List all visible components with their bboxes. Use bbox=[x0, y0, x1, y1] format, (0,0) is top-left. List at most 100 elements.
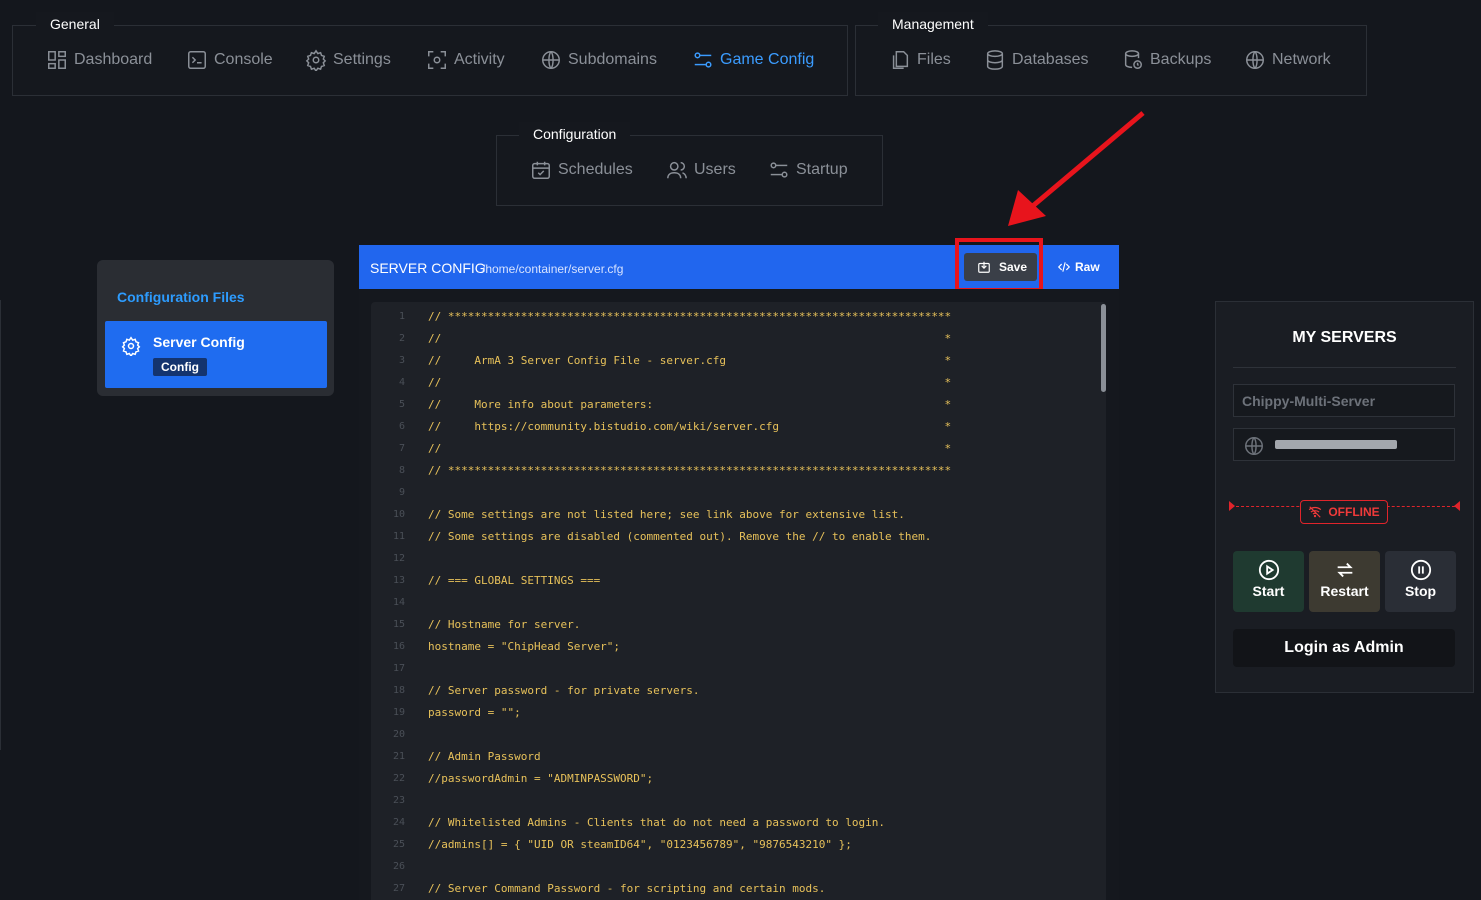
editor-scrollbar[interactable] bbox=[1101, 304, 1106, 392]
code-text: // Server Command Password - for scripti… bbox=[428, 882, 826, 895]
nav-files[interactable]: Files bbox=[889, 49, 951, 71]
red-arrow-annotation bbox=[1008, 111, 1145, 226]
nav-schedules[interactable]: Schedules bbox=[530, 159, 633, 181]
config-file-item-server-config[interactable]: Server Config Config bbox=[105, 321, 327, 388]
stop-button-label: Stop bbox=[1404, 583, 1437, 599]
nav-backups-label: Backups bbox=[1150, 51, 1212, 68]
code-text: // *************************************… bbox=[428, 310, 952, 323]
globe-icon bbox=[1245, 437, 1263, 455]
nav-subdomains-label: Subdomains bbox=[568, 51, 657, 68]
nav-subdomains[interactable]: Subdomains bbox=[540, 49, 657, 71]
nav-users[interactable]: Users bbox=[666, 159, 736, 181]
line-number: 27 bbox=[392, 883, 405, 894]
console-icon bbox=[188, 51, 206, 69]
line-number: 9 bbox=[398, 487, 405, 498]
management-group-title: Management bbox=[878, 12, 988, 36]
line-number: 17 bbox=[392, 663, 405, 674]
line-number: 10 bbox=[392, 509, 405, 520]
network-icon bbox=[1246, 51, 1264, 69]
nav-game-config-label: Game Config bbox=[720, 51, 815, 68]
line-number: 2 bbox=[398, 333, 405, 344]
raw-button[interactable]: Raw bbox=[1057, 260, 1100, 274]
nav-schedules-label: Schedules bbox=[558, 161, 633, 178]
line-number: 13 bbox=[392, 575, 405, 586]
line-number: 14 bbox=[392, 597, 405, 608]
status-line-left-marker bbox=[1229, 501, 1235, 511]
code-text: // More info about parameters: * bbox=[428, 398, 952, 411]
wifi-off-icon bbox=[1309, 506, 1322, 518]
line-number: 19 bbox=[392, 707, 405, 718]
gear-icon bbox=[121, 336, 141, 356]
code-text: // ArmA 3 Server Config File - server.cf… bbox=[428, 354, 952, 367]
code-text: password = ""; bbox=[428, 706, 521, 719]
nav-databases-label: Databases bbox=[1012, 51, 1089, 68]
line-number: 23 bbox=[392, 795, 405, 806]
code-text: // Some settings are disabled (commented… bbox=[428, 530, 932, 543]
stop-button[interactable]: Stop bbox=[1385, 551, 1456, 612]
activity-icon bbox=[428, 51, 446, 69]
line-number: 15 bbox=[392, 619, 405, 630]
code-text: // https://community.bistudio.com/wiki/s… bbox=[428, 420, 952, 433]
nav-startup[interactable]: Startup bbox=[768, 159, 848, 181]
save-highlight-box bbox=[955, 238, 1043, 292]
line-number: 20 bbox=[392, 729, 405, 740]
line-number: 12 bbox=[392, 553, 405, 564]
nav-network[interactable]: Network bbox=[1244, 49, 1331, 71]
raw-button-label: Raw bbox=[1075, 260, 1100, 274]
nav-dashboard-label: Dashboard bbox=[74, 51, 153, 68]
backup-icon bbox=[1124, 50, 1142, 69]
servers-divider bbox=[1233, 367, 1456, 368]
restart-button[interactable]: Restart bbox=[1309, 551, 1380, 612]
code-text: // === GLOBAL SETTINGS === bbox=[428, 574, 601, 587]
nav-activity-label: Activity bbox=[454, 51, 505, 68]
server-address-redacted bbox=[1275, 440, 1397, 449]
status-badge: OFFLINE bbox=[1300, 500, 1388, 524]
code-text: // Server password - for private servers… bbox=[428, 684, 700, 697]
general-group-title: General bbox=[36, 12, 114, 36]
nav-settings-label: Settings bbox=[333, 51, 391, 68]
login-as-admin-button[interactable]: Login as Admin bbox=[1233, 629, 1455, 667]
code-text: // Admin Password bbox=[428, 750, 541, 763]
line-number: 18 bbox=[392, 685, 405, 696]
line-number: 1 bbox=[398, 311, 405, 322]
play-icon bbox=[1258, 559, 1279, 581]
status-line-right-marker bbox=[1454, 501, 1460, 511]
config-files-title: Configuration Files bbox=[117, 289, 245, 305]
nav-users-label: Users bbox=[694, 161, 736, 178]
nav-activity[interactable]: Activity bbox=[426, 49, 505, 71]
server-name-field[interactable]: Chippy-Multi-Server bbox=[1233, 384, 1455, 417]
config-files-panel: Configuration Files Server Config Config bbox=[97, 260, 334, 396]
nav-backups[interactable]: Backups bbox=[1122, 49, 1211, 71]
line-number: 22 bbox=[392, 773, 405, 784]
line-number: 6 bbox=[398, 421, 405, 432]
restart-icon bbox=[1336, 562, 1353, 578]
nav-startup-label: Startup bbox=[796, 161, 848, 178]
server-address-field[interactable] bbox=[1233, 428, 1455, 461]
files-icon bbox=[892, 51, 909, 69]
restart-button-label: Restart bbox=[1320, 583, 1369, 599]
pause-icon bbox=[1410, 559, 1431, 581]
nav-game-config[interactable]: Game Config bbox=[692, 49, 814, 71]
line-number: 25 bbox=[392, 839, 405, 850]
configuration-group-title: Configuration bbox=[519, 122, 631, 146]
start-button[interactable]: Start bbox=[1233, 551, 1304, 612]
nav-dashboard[interactable]: Dashboard bbox=[46, 49, 152, 71]
calendar-icon bbox=[532, 161, 550, 179]
code-text: //passwordAdmin = "ADMINPASSWORD"; bbox=[428, 772, 654, 785]
nav-settings[interactable]: Settings bbox=[305, 49, 391, 71]
code-editor[interactable]: 1 // ************************************… bbox=[371, 302, 1106, 900]
nav-network-label: Network bbox=[1272, 51, 1331, 68]
editor-title: SERVER CONFIG bbox=[370, 260, 486, 276]
nav-console-label: Console bbox=[214, 51, 273, 68]
gear-icon bbox=[305, 49, 327, 71]
code-text: // * bbox=[428, 376, 952, 389]
nav-databases[interactable]: Databases bbox=[984, 49, 1089, 71]
nav-files-label: Files bbox=[917, 51, 951, 68]
database-icon bbox=[986, 50, 1004, 70]
server-name: Chippy-Multi-Server bbox=[1242, 393, 1376, 409]
line-number: 11 bbox=[392, 531, 405, 542]
line-number: 4 bbox=[398, 377, 405, 388]
code-icon bbox=[1057, 262, 1071, 272]
code-text: // Some settings are not listed here; se… bbox=[428, 508, 905, 521]
nav-console[interactable]: Console bbox=[186, 49, 273, 71]
